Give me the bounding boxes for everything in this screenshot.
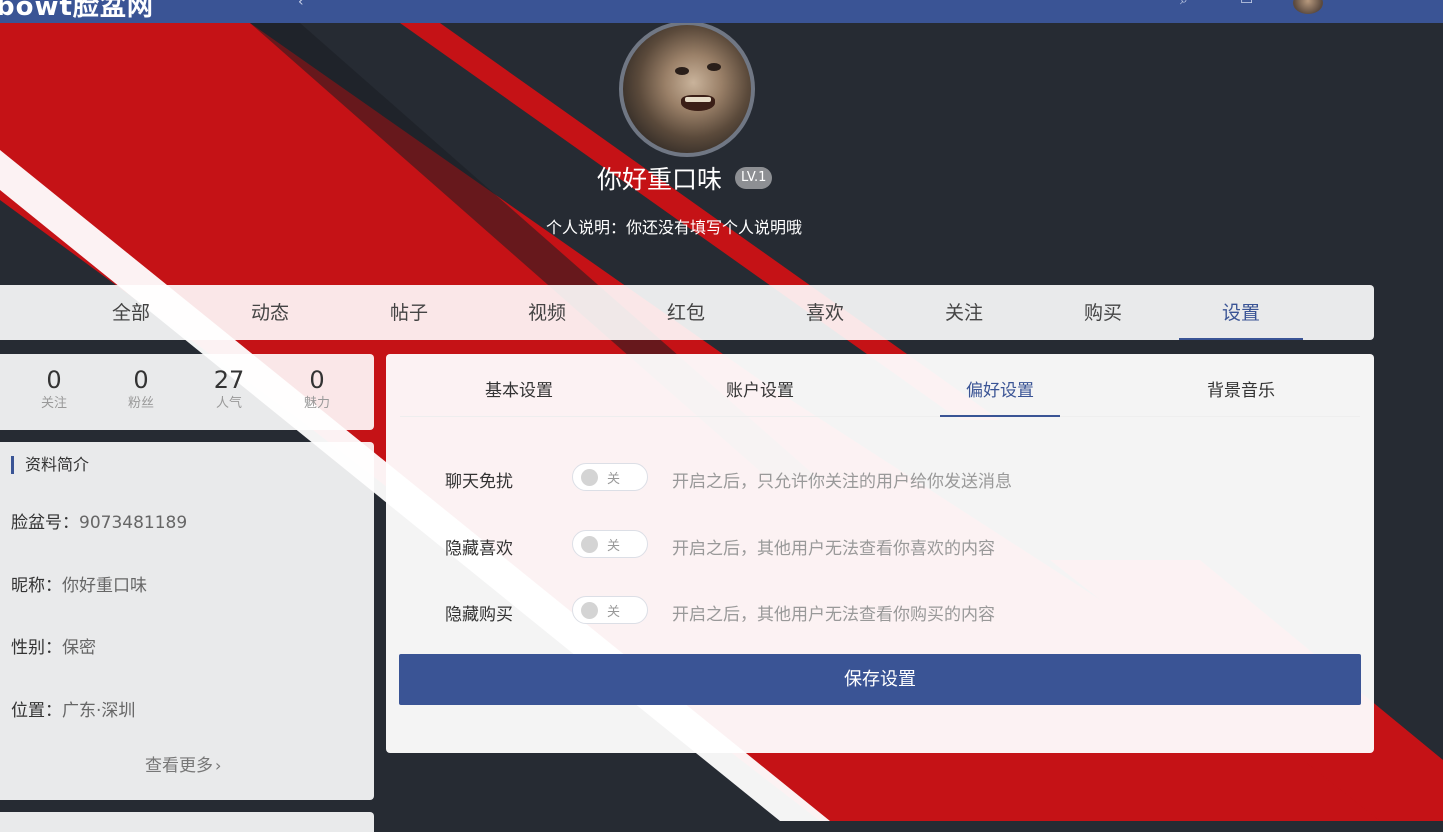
profile-card-title: 资料简介: [11, 456, 89, 474]
stats-card: 0 关注 0 粉丝 27 人气 0 魅力: [0, 354, 374, 430]
toggle-state: 关: [607, 605, 621, 620]
hide-purchases-toggle[interactable]: 关: [572, 596, 648, 624]
stat-charm: 0 魅力: [282, 366, 352, 414]
top-navbar: bowt脸盆网 ‹ ⌕ ▭: [0, 0, 1443, 23]
stat-value: 27: [213, 366, 245, 394]
message-icon[interactable]: ▭: [1240, 0, 1253, 8]
toggle-state: 关: [607, 539, 621, 554]
chat-dnd-toggle[interactable]: 关: [572, 463, 648, 491]
info-row-nickname: 昵称：你好重口味: [11, 571, 147, 596]
tab-videos[interactable]: 视频: [487, 285, 607, 340]
settings-sub-tabs: 基本设置 账户设置 偏好设置 背景音乐: [400, 354, 1360, 417]
pref-label: 隐藏购买: [445, 605, 513, 625]
stat-value: 0: [133, 366, 149, 394]
profile-bio: 个人说明：你还没有填写个人说明哦: [546, 218, 803, 237]
subtab-preferences[interactable]: 偏好设置: [940, 354, 1060, 417]
stat-label: 魅力: [303, 396, 330, 411]
pref-row-chat-dnd: 聊天免扰 关 开启之后，只允许你关注的用户给你发送消息: [386, 461, 1374, 495]
info-row-id: 脸盆号：9073481189: [11, 508, 187, 533]
chevron-left-icon[interactable]: ‹: [298, 0, 304, 10]
profile-main-tabs: 全部 动态 帖子 视频 红包 喜欢 关注 购买 设置: [0, 285, 1374, 340]
stat-followers[interactable]: 0 粉丝: [106, 366, 176, 414]
info-key: 脸盆号：: [11, 513, 79, 533]
stat-popularity: 27 人气: [194, 366, 264, 414]
toggle-knob: [581, 469, 598, 486]
tab-red-packets[interactable]: 红包: [626, 285, 746, 340]
pref-label: 聊天免扰: [445, 472, 513, 492]
pref-description: 开启之后，其他用户无法查看你喜欢的内容: [672, 539, 995, 559]
pref-description: 开启之后，只允许你关注的用户给你发送消息: [672, 472, 1012, 492]
toggle-knob: [581, 536, 598, 553]
settings-panel: 基本设置 账户设置 偏好设置 背景音乐 聊天免扰 关 开启之后，只允许你关注的用…: [386, 354, 1374, 753]
stat-label: 关注: [40, 396, 67, 411]
pref-description: 开启之后，其他用户无法查看你购买的内容: [672, 605, 995, 625]
profile-username: 你好重口味: [597, 165, 723, 194]
user-avatar-small[interactable]: [1293, 0, 1323, 14]
subtab-background-music[interactable]: 背景音乐: [1181, 354, 1301, 416]
view-more-label: 查看更多: [145, 756, 213, 776]
save-settings-button[interactable]: 保存设置: [399, 654, 1361, 705]
profile-info-card: 资料简介 脸盆号：9073481189 昵称：你好重口味 性别：保密 位置：广东…: [0, 442, 374, 800]
stat-value: 0: [309, 366, 325, 394]
stat-label: 粉丝: [127, 396, 154, 411]
info-row-gender: 性别：保密: [11, 633, 96, 658]
pref-row-hide-likes: 隐藏喜欢 关 开启之后，其他用户无法查看你喜欢的内容: [386, 528, 1374, 562]
tab-likes[interactable]: 喜欢: [765, 285, 885, 340]
info-key: 性别：: [11, 638, 62, 658]
pref-row-hide-purchases: 隐藏购买 关 开启之后，其他用户无法查看你购买的内容: [386, 594, 1374, 628]
chevron-right-icon: ›: [215, 756, 222, 775]
stat-value: 0: [46, 366, 62, 394]
info-key: 位置：: [11, 701, 62, 721]
tab-settings[interactable]: 设置: [1179, 285, 1303, 340]
subtab-account[interactable]: 账户设置: [700, 354, 820, 416]
info-key: 昵称：: [11, 576, 62, 596]
tab-all[interactable]: 全部: [71, 285, 191, 340]
pref-label: 隐藏喜欢: [445, 539, 513, 559]
info-value: 保密: [62, 638, 96, 658]
site-logo[interactable]: bowt脸盆网: [0, 0, 154, 23]
hide-likes-toggle[interactable]: 关: [572, 530, 648, 558]
next-card-stub: [0, 812, 374, 832]
tab-posts[interactable]: 帖子: [349, 285, 469, 340]
search-icon[interactable]: ⌕: [1180, 0, 1188, 8]
subtab-basic[interactable]: 基本设置: [459, 354, 579, 416]
tab-purchases[interactable]: 购买: [1043, 285, 1163, 340]
tab-following[interactable]: 关注: [904, 285, 1024, 340]
toggle-knob: [581, 602, 598, 619]
info-row-location: 位置：广东·深圳: [11, 696, 135, 721]
toggle-state: 关: [607, 472, 621, 487]
info-value: 9073481189: [79, 513, 188, 533]
stat-following[interactable]: 0 关注: [19, 366, 89, 414]
profile-avatar: [619, 21, 755, 157]
level-badge: LV.1: [735, 167, 773, 189]
tab-activity[interactable]: 动态: [210, 285, 330, 340]
info-value: 你好重口味: [62, 576, 147, 596]
view-more-link[interactable]: 查看更多 ›: [145, 751, 221, 776]
info-value: 广东·深圳: [62, 701, 136, 721]
stat-label: 人气: [215, 396, 242, 411]
